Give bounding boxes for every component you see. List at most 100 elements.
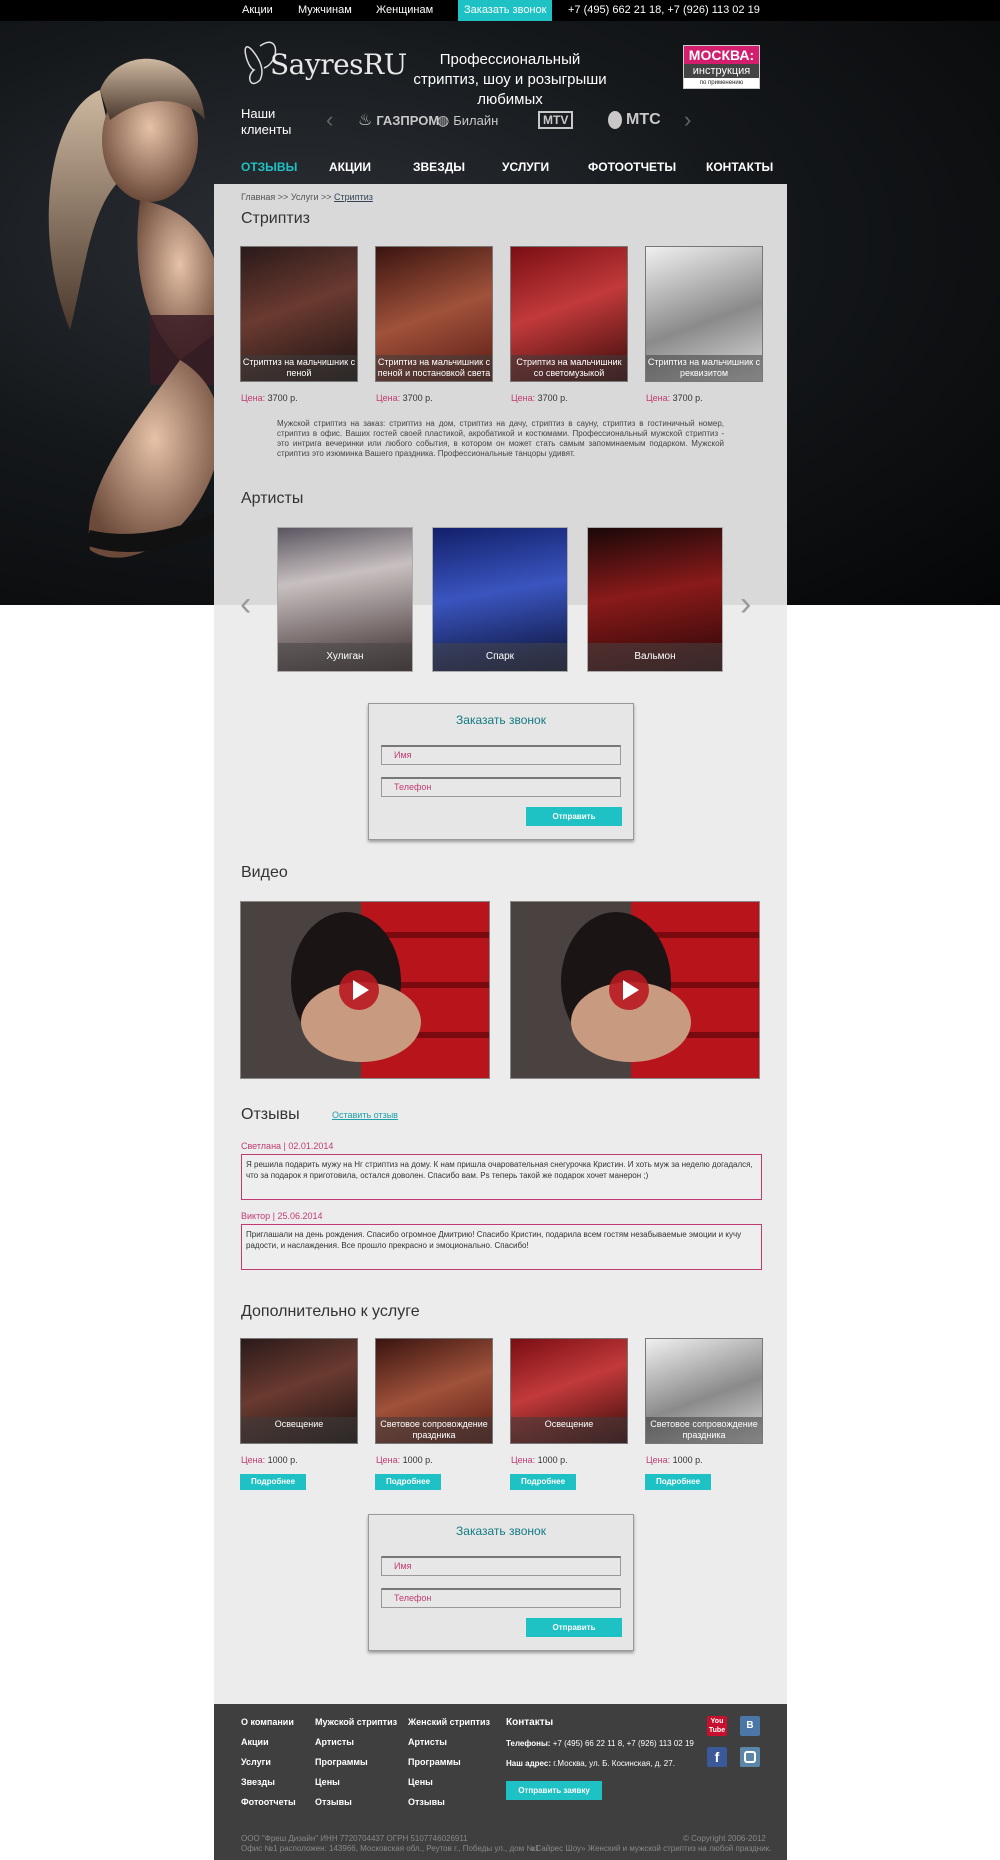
topbar-link-men[interactable]: Мужчинам — [298, 0, 352, 21]
callback-form-title: Заказать звонок — [456, 1524, 546, 1538]
footer-legal-line2: Офис №1 расположен: 143966, Московская о… — [241, 1844, 540, 1853]
topbar-call-button[interactable]: Заказать звонок — [458, 0, 553, 21]
client-logo-mts: МТС — [608, 108, 661, 132]
video-player[interactable] — [510, 901, 760, 1079]
youtube-icon[interactable]: You Tube — [707, 1716, 727, 1736]
extra-card[interactable]: Световое сопровождение праздника — [375, 1338, 493, 1444]
footer-link[interactable]: Цены — [408, 1777, 433, 1787]
nav-contacts[interactable]: КОНТАКТЫ — [706, 150, 773, 184]
breadcrumb-separator: >> — [321, 192, 332, 202]
client-logo-mtv: MTV — [538, 108, 574, 132]
footer-link[interactable]: Акции — [241, 1737, 269, 1747]
gazprom-icon: ♨ — [358, 112, 373, 129]
clients-next-arrow-icon[interactable]: › — [684, 109, 698, 131]
price-value: 3700 р. — [402, 393, 433, 403]
footer-address-value: г.Москва, ул. Б. Косинская, д. 27. — [553, 1759, 675, 1768]
callback-form-title: Заказать звонок — [456, 713, 546, 727]
phone-input[interactable]: Телефон — [381, 777, 621, 797]
footer-link[interactable]: Мужской стриптиз — [315, 1717, 397, 1727]
footer-link[interactable]: Фотоотчеты — [241, 1797, 296, 1807]
breadcrumb-services[interactable]: Услуги — [291, 192, 319, 202]
instagram-icon[interactable] — [740, 1747, 760, 1767]
artists-next-arrow-icon[interactable]: › — [740, 587, 762, 621]
extra-card-caption: Освещение — [241, 1417, 357, 1443]
service-card-caption: Стриптиз на мальчишник с пеной — [241, 355, 357, 381]
section-title-reviews: Отзывы — [241, 1106, 300, 1123]
nav-services[interactable]: УСЛУГИ — [502, 150, 549, 184]
artist-name: Спарк — [433, 643, 567, 671]
footer-link[interactable]: О компании — [241, 1717, 294, 1727]
request-button[interactable]: Отправить заявку — [506, 1781, 602, 1800]
callback-form: Заказать звонок Имя Телефон Отправить — [368, 1514, 634, 1651]
logo-text[interactable]: SayresRU — [270, 48, 407, 81]
submit-button[interactable]: Отправить — [526, 1618, 622, 1637]
extra-card[interactable]: Освещение — [240, 1338, 358, 1444]
breadcrumb-current[interactable]: Стриптиз — [334, 192, 373, 202]
client-name: Билайн — [453, 112, 499, 128]
callback-form: Заказать звонок Имя Телефон Отправить — [368, 703, 634, 840]
more-button[interactable]: Подробнее — [510, 1474, 576, 1490]
price-label: Цена: — [376, 1455, 401, 1465]
breadcrumb-home[interactable]: Главная — [241, 192, 275, 202]
price-value: 3700 р. — [537, 393, 568, 403]
price-value: 1000 р. — [672, 1455, 703, 1465]
service-card-caption: Стриптиз на мальчишник с реквизитом — [646, 355, 762, 381]
footer-link[interactable]: Отзывы — [408, 1797, 445, 1807]
client-logo-gazprom: ♨ ГАЗПРОМ — [358, 108, 439, 132]
video-thumbnail — [511, 902, 759, 1078]
service-price: Цена: 3700 р. — [376, 393, 433, 403]
footer-link[interactable]: Цены — [315, 1777, 340, 1787]
vk-icon[interactable]: В — [740, 1716, 760, 1736]
footer-link[interactable]: Отзывы — [315, 1797, 352, 1807]
footer-link[interactable]: Женский стриптиз — [408, 1717, 490, 1727]
extra-price: Цена: 1000 р. — [511, 1455, 568, 1465]
more-button[interactable]: Подробнее — [240, 1474, 306, 1490]
nav-promotions[interactable]: АКЦИИ — [329, 150, 371, 184]
service-card[interactable]: Стриптиз на мальчишник с пеной — [240, 246, 358, 382]
service-card[interactable]: Стриптиз на мальчишник с пеной и постано… — [375, 246, 493, 382]
footer-link[interactable]: Программы — [315, 1757, 368, 1767]
facebook-icon[interactable]: f — [707, 1747, 727, 1767]
video-player[interactable] — [240, 901, 490, 1079]
nav-stars[interactable]: ЗВЕЗДЫ — [413, 150, 465, 184]
client-name: МТС — [626, 111, 661, 128]
review-author: Виктор | 25.06.2014 — [241, 1211, 323, 1221]
extra-card[interactable]: Освещение — [510, 1338, 628, 1444]
leave-review-link[interactable]: Оставить отзыв — [332, 1110, 398, 1120]
artist-card[interactable]: Хулиган — [277, 527, 413, 672]
footer-link[interactable]: Услуги — [241, 1757, 271, 1767]
footer-link[interactable]: Звезды — [241, 1777, 275, 1787]
service-price: Цена: 3700 р. — [511, 393, 568, 403]
extra-card[interactable]: Световое сопровождение праздника — [645, 1338, 763, 1444]
service-price: Цена: 3700 р. — [646, 393, 703, 403]
mtv-icon: MTV — [538, 111, 574, 129]
topbar-link-women[interactable]: Женщинам — [376, 0, 433, 21]
client-logo-beeline: ◍ Билайн — [437, 108, 498, 132]
service-card[interactable]: Стриптиз на мальчишник с реквизитом — [645, 246, 763, 382]
artist-card[interactable]: Спарк — [432, 527, 568, 672]
phone-input[interactable]: Телефон — [381, 1588, 621, 1608]
clients-prev-arrow-icon[interactable]: ‹ — [326, 109, 340, 131]
name-input[interactable]: Имя — [381, 1556, 621, 1576]
submit-button[interactable]: Отправить — [526, 807, 622, 826]
breadcrumb: Главная >> Услуги >> Стриптиз — [241, 192, 373, 202]
nav-reviews[interactable]: ОТЗЫВЫ — [241, 150, 297, 184]
hero-model-image — [48, 58, 230, 558]
name-input[interactable]: Имя — [381, 745, 621, 765]
topbar-link-promotions[interactable]: Акции — [242, 0, 273, 21]
more-button[interactable]: Подробнее — [375, 1474, 441, 1490]
service-card-caption: Стриптиз на мальчишник с пеной и постано… — [376, 355, 492, 381]
nav-photo-reports[interactable]: ФОТООТЧЕТЫ — [588, 150, 676, 184]
artists-prev-arrow-icon[interactable]: ‹ — [240, 587, 262, 621]
service-card[interactable]: Стриптиз на мальчишник со светомузыкой — [510, 246, 628, 382]
footer-link[interactable]: Артисты — [315, 1737, 354, 1747]
footer-copyright: © Copyright 2006-2012 — [683, 1834, 766, 1843]
artist-card[interactable]: Вальмон — [587, 527, 723, 672]
price-value: 1000 р. — [537, 1455, 568, 1465]
price-value: 3700 р. — [672, 393, 703, 403]
price-label: Цена: — [241, 1455, 266, 1465]
footer-link[interactable]: Программы — [408, 1757, 461, 1767]
moscow-guide-badge[interactable]: МОСКВА: инструкция по применению — [683, 45, 760, 89]
more-button[interactable]: Подробнее — [645, 1474, 711, 1490]
footer-link[interactable]: Артисты — [408, 1737, 447, 1747]
